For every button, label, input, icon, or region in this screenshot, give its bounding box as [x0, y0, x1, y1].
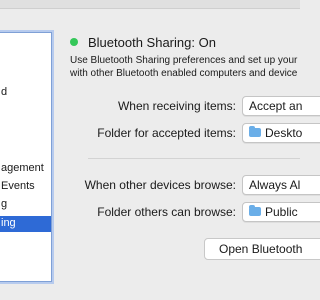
browse-folder-label: Folder others can browse: [97, 205, 236, 219]
browse-popup[interactable]: Always Al [242, 175, 320, 195]
browse-folder-popup[interactable]: Public [242, 202, 320, 222]
description-line-1: Use Bluetooth Sharing preferences and se… [70, 55, 298, 66]
window-toolbar-strip [0, 0, 300, 9]
receiving-items-popup[interactable]: Accept an [242, 96, 320, 116]
folder-icon [249, 126, 261, 137]
accepted-folder-label: Folder for accepted items: [97, 126, 236, 140]
services-list-item[interactable]: g [1, 197, 7, 211]
accepted-folder-value: Deskto [265, 126, 303, 140]
accepted-folder-popup[interactable]: Deskto [242, 123, 320, 143]
description-line-2: with other Bluetooth enabled computers a… [70, 68, 298, 79]
services-list-item[interactable]: Events [1, 179, 35, 193]
status-indicator-dot [70, 38, 78, 46]
section-divider [88, 158, 300, 159]
browse-folder-value: Public [265, 205, 298, 219]
services-list-item-selected[interactable]: ing [0, 216, 51, 232]
services-list-item-label: ing [1, 217, 16, 229]
description-text: Use Bluetooth Sharing preferences and se… [70, 54, 310, 80]
services-list[interactable]: d agement Events g ing [0, 32, 52, 282]
status-title: Bluetooth Sharing: On [88, 35, 216, 50]
browse-label: When other devices browse: [84, 178, 236, 192]
receiving-items-label: When receiving items: [117, 99, 236, 113]
folder-icon [249, 205, 261, 216]
open-bluetooth-preferences-button[interactable]: Open Bluetooth [204, 238, 320, 260]
browse-value: Always Al [249, 178, 301, 192]
services-list-item[interactable]: d [1, 85, 7, 99]
services-list-item[interactable]: agement [1, 161, 44, 175]
receiving-items-value: Accept an [249, 99, 303, 113]
